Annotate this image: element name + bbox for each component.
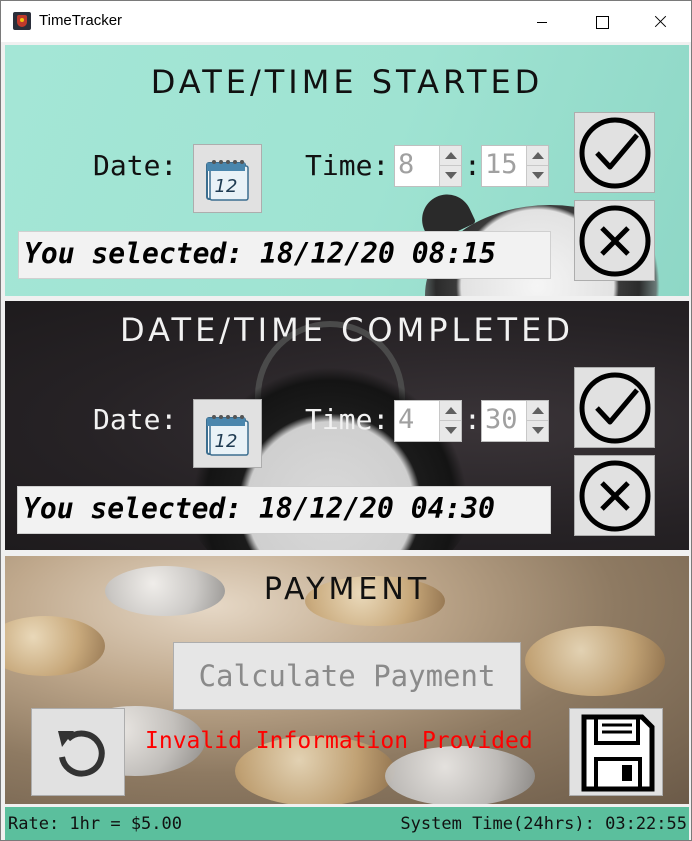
status-bar: Rate: 1hr = $5.00 System Time(24hrs): 03… [5,807,689,840]
system-time-text: System Time(24hrs): 03:22:55 [400,814,687,834]
floppy-disk-icon [581,714,655,792]
completed-calendar-button[interactable]: 12 [193,399,262,468]
started-minute-value: 15 [485,149,518,180]
completed-minute-arrows [526,401,548,441]
rate-text: Rate: 1hr = $5.00 [8,814,182,834]
started-minute-up-button[interactable] [527,146,548,166]
started-hour-arrows [439,146,461,186]
started-calendar-button[interactable]: 12 [193,144,262,213]
check-circle-icon [579,117,651,189]
payment-panel: PAYMENT Calculate Payment Invalid Inform… [5,556,689,804]
completed-selected-text: You selected: 18/12/20 04:30 [23,492,496,525]
started-time-label: Time: [305,149,390,182]
app-icon [13,12,31,30]
started-hour-down-button[interactable] [440,166,461,186]
x-circle-icon [579,460,651,532]
completed-hour-arrows [439,401,461,441]
started-hour-stepper[interactable]: 8 [394,145,462,187]
window-title: TimeTracker [39,12,123,29]
completed-time-label: Time: [305,403,390,436]
completed-selected-display: You selected: 18/12/20 04:30 [17,486,551,534]
started-minute-arrows [526,146,548,186]
x-circle-icon [579,205,651,277]
save-button[interactable] [569,708,663,796]
started-selected-text: You selected: 18/12/20 08:15 [24,237,497,270]
completed-panel: DATE/TIME COMPLETED Date: 12 Time: 4 : 3… [5,301,689,550]
started-hour-value: 8 [398,149,415,180]
completed-minute-up-button[interactable] [527,401,548,421]
app-window: TimeTracker DATE/TIME STARTED Date: 12 T… [0,0,692,841]
started-time-separator: : [464,149,481,182]
started-confirm-button[interactable] [574,112,655,193]
coin-image [525,626,665,696]
started-cancel-button[interactable] [574,200,655,281]
coin-image [5,616,105,676]
check-circle-icon [579,372,651,444]
completed-minute-down-button[interactable] [527,421,548,441]
completed-hour-down-button[interactable] [440,421,461,441]
started-hour-up-button[interactable] [440,146,461,166]
svg-text:12: 12 [215,431,238,452]
error-message: Invalid Information Provided [145,728,533,754]
completed-time-separator: : [464,403,481,436]
completed-minute-value: 30 [485,404,518,435]
completed-cancel-button[interactable] [574,455,655,536]
completed-hour-stepper[interactable]: 4 [394,400,462,442]
completed-hour-value: 4 [398,404,415,435]
calculate-payment-button[interactable]: Calculate Payment [173,642,521,710]
coin-image [385,746,535,804]
minimize-button[interactable] [519,1,565,42]
title-bar: TimeTracker [1,1,691,42]
completed-hour-up-button[interactable] [440,401,461,421]
started-panel: DATE/TIME STARTED Date: 12 Time: 8 : 15 [5,45,689,296]
completed-minute-stepper[interactable]: 30 [481,400,549,442]
started-date-label: Date: [93,149,178,182]
calendar-icon: 12 [206,160,249,201]
started-minute-stepper[interactable]: 15 [481,145,549,187]
payment-heading: PAYMENT [263,572,431,607]
maximize-button[interactable] [579,1,625,42]
reset-button[interactable] [31,708,125,796]
calendar-icon: 12 [206,415,249,456]
started-heading: DATE/TIME STARTED [150,63,544,101]
started-minute-down-button[interactable] [527,166,548,186]
refresh-icon [58,730,105,777]
completed-date-label: Date: [93,403,178,436]
started-selected-display: You selected: 18/12/20 08:15 [18,231,551,279]
svg-text:12: 12 [215,176,238,197]
close-button[interactable] [637,1,683,42]
completed-confirm-button[interactable] [574,367,655,448]
completed-heading: DATE/TIME COMPLETED [120,311,574,349]
